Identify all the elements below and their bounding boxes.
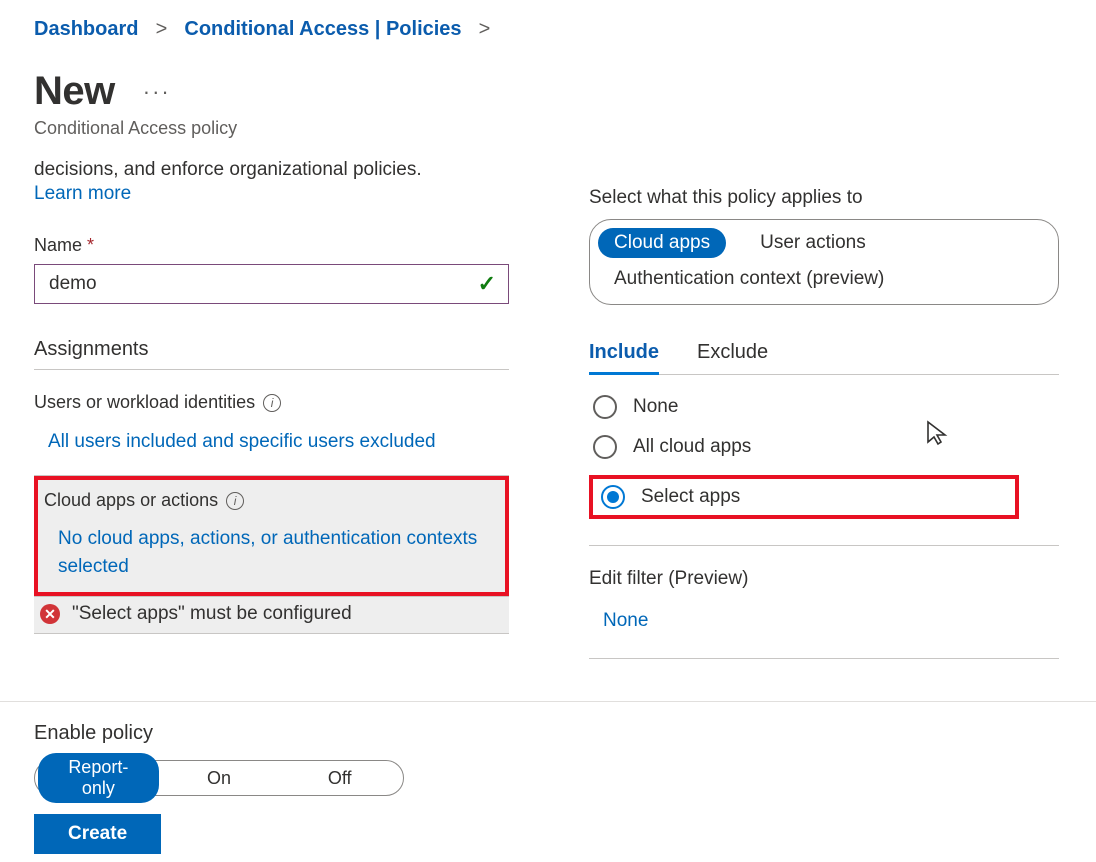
enable-policy-segmented[interactable]: Report-only On Off [34, 760, 404, 796]
radio-select-apps-highlighted: Select apps [589, 475, 1019, 519]
users-row-value[interactable]: All users included and specific users ex… [48, 431, 509, 453]
cloud-apps-row-label: Cloud apps or actions i [44, 490, 495, 511]
applies-to-label: Select what this policy applies to [589, 187, 1019, 209]
users-row-label: Users or workload identities i [34, 392, 509, 413]
info-icon[interactable]: i [263, 394, 281, 412]
cloud-apps-row-value[interactable]: No cloud apps, actions, or authenticatio… [58, 525, 478, 580]
name-label: Name * [34, 235, 509, 256]
radio-select-apps[interactable]: Select apps [597, 485, 740, 509]
cloud-apps-row-highlighted[interactable]: Cloud apps or actions i No cloud apps, a… [34, 476, 509, 596]
cursor-icon [926, 420, 948, 446]
include-exclude-tabs: Include Exclude [589, 341, 1059, 375]
radio-label-select-apps: Select apps [641, 486, 740, 508]
edit-filter-label: Edit filter (Preview) [589, 568, 1019, 590]
description-text: decisions, and enforce organizational po… [34, 159, 509, 181]
chevron-right-icon: > [473, 18, 490, 40]
seg-on[interactable]: On [159, 764, 280, 793]
page-title: New [34, 69, 115, 114]
radio-all-cloud-apps[interactable]: All cloud apps [589, 435, 1019, 459]
pill-auth-context[interactable]: Authentication context (preview) [598, 264, 900, 294]
name-input[interactable] [47, 272, 478, 296]
tab-exclude[interactable]: Exclude [697, 341, 768, 374]
more-actions-icon[interactable]: ··· [143, 79, 171, 105]
seg-off[interactable]: Off [279, 764, 400, 793]
learn-more-link[interactable]: Learn more [34, 183, 509, 205]
radio-label-all-cloud-apps: All cloud apps [633, 436, 751, 458]
radio-none[interactable]: None [589, 395, 1019, 419]
breadcrumb: Dashboard > Conditional Access | Policie… [34, 18, 1096, 41]
radio-icon [593, 395, 617, 419]
required-indicator: * [87, 235, 94, 255]
edit-filter-value[interactable]: None [603, 610, 1019, 632]
assignments-header: Assignments [34, 338, 509, 370]
page-subtitle: Conditional Access policy [34, 118, 1096, 139]
error-icon: ✕ [40, 604, 60, 624]
enable-policy-label: Enable policy [34, 722, 1096, 745]
breadcrumb-conditional-access-policies[interactable]: Conditional Access | Policies [184, 18, 461, 40]
include-radio-group: None All cloud apps Select apps [589, 395, 1019, 519]
error-text: "Select apps" must be configured [72, 603, 352, 625]
radio-icon [593, 435, 617, 459]
applies-to-segmented[interactable]: Cloud apps User actions Authentication c… [589, 219, 1059, 305]
tab-include[interactable]: Include [589, 341, 659, 375]
checkmark-icon: ✓ [478, 271, 496, 297]
radio-label-none: None [633, 396, 678, 418]
chevron-right-icon: > [150, 18, 173, 40]
create-button[interactable]: Create [34, 814, 161, 854]
breadcrumb-dashboard[interactable]: Dashboard [34, 18, 138, 40]
info-icon[interactable]: i [226, 492, 244, 510]
bottom-bar: Enable policy Report-only On Off Create [0, 701, 1096, 862]
radio-icon [601, 485, 625, 509]
pill-cloud-apps[interactable]: Cloud apps [598, 228, 726, 258]
validation-error-row: ✕ "Select apps" must be configured [34, 596, 509, 634]
pill-user-actions[interactable]: User actions [744, 228, 882, 258]
name-input-container[interactable]: ✓ [34, 264, 509, 304]
